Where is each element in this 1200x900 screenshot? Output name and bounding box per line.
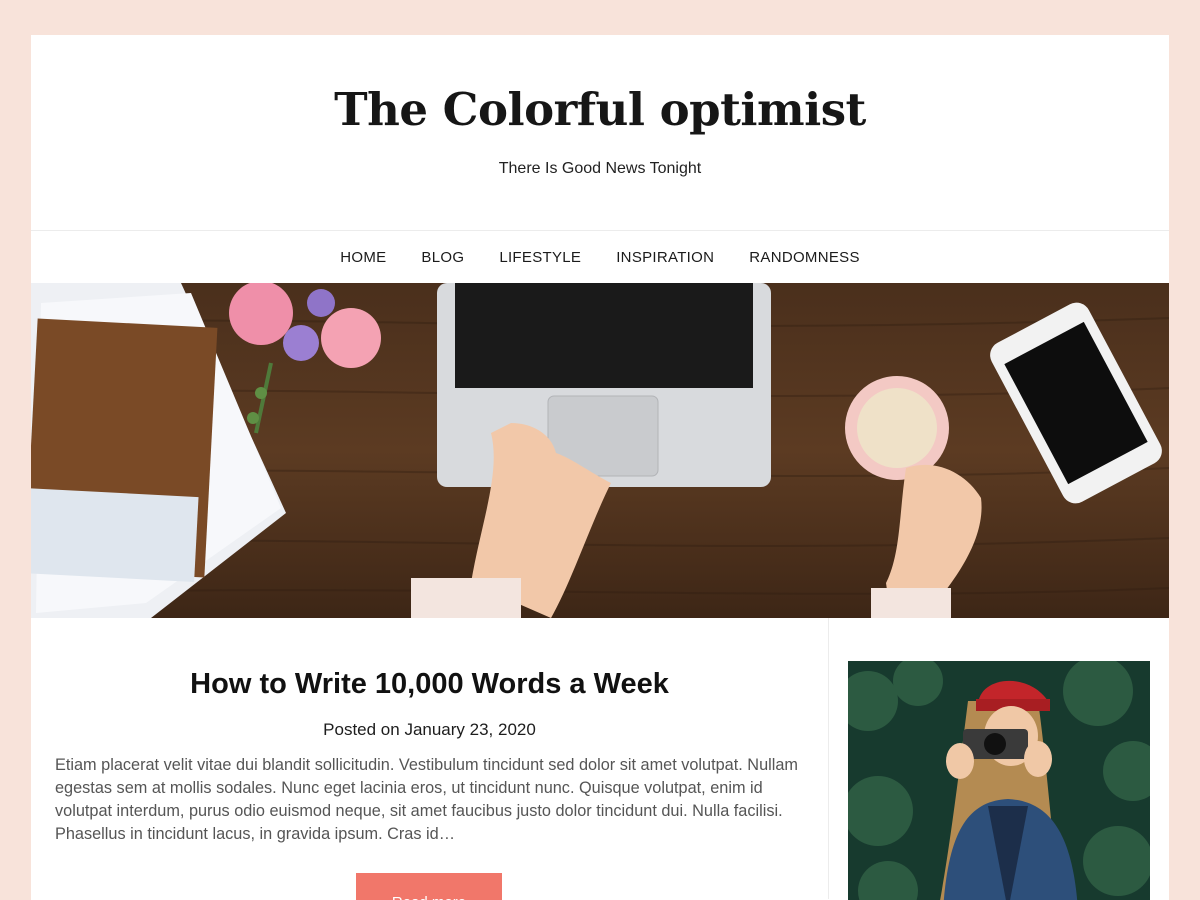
nav-item-randomness[interactable]: RANDOMNESS [749, 249, 860, 266]
nav-item-inspiration[interactable]: INSPIRATION [616, 249, 714, 266]
post-title[interactable]: How to Write 10,000 Words a Week [31, 618, 828, 701]
nav-item-lifestyle[interactable]: LIFESTYLE [499, 249, 581, 266]
hero-image [31, 283, 1169, 618]
photographer-illustration [848, 661, 1150, 900]
page-container: The Colorful optimist There Is Good News… [31, 35, 1169, 900]
content-area: How to Write 10,000 Words a Week Posted … [31, 618, 1169, 900]
post-excerpt: Etiam placerat velit vitae dui blandit s… [55, 756, 798, 843]
read-more-button[interactable]: Read more [356, 873, 502, 900]
main-nav: HOME BLOG LIFESTYLE INSPIRATION RANDOMNE… [31, 230, 1169, 283]
site-header: The Colorful optimist There Is Good News… [31, 35, 1169, 230]
notebook [31, 318, 218, 583]
post-column: How to Write 10,000 Words a Week Posted … [31, 618, 829, 900]
nav-item-blog[interactable]: BLOG [421, 249, 464, 266]
hero-desk-illustration [31, 283, 1169, 618]
site-tagline: There Is Good News Tonight [498, 160, 702, 177]
coffee-cup [845, 376, 949, 480]
sidebar-photo [848, 661, 1150, 900]
nav-item-home[interactable]: HOME [340, 249, 386, 266]
site-title[interactable]: The Colorful optimist [31, 35, 1169, 136]
post-date: Posted on January 23, 2020 [323, 720, 536, 739]
laptop [437, 283, 771, 487]
